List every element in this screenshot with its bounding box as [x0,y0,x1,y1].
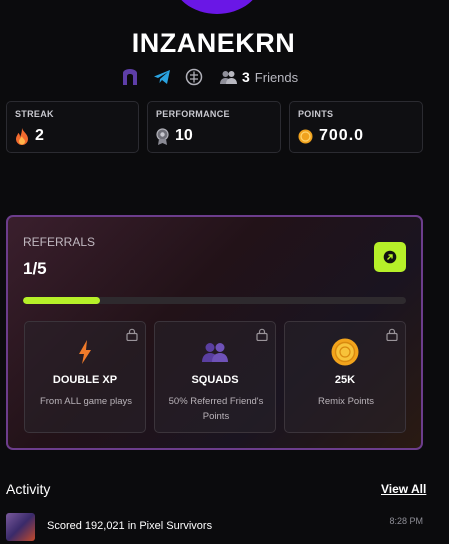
referrals-progress-fill [23,297,100,304]
activity-text: Scored 192,021 in Pixel Survivors [47,520,213,532]
points-value: 700.0 [319,127,365,144]
social-links: 3 Friends [120,66,298,88]
reward-desc: Remix Points [318,396,374,407]
reward-desc: From ALL game plays [39,396,133,407]
game-thumbnail [6,513,35,541]
telegram-icon[interactable] [152,67,172,87]
reward-double-xp: DOUBLE XP From ALL game plays [24,321,146,433]
friends-icon [220,71,237,84]
referrals-title: REFERRALS [23,235,96,249]
list-item[interactable]: Scored 192,021 in Pixel Survivors 8:28 P… [6,513,423,543]
coin-icon [298,129,313,143]
points-label: POINTS [298,109,334,119]
username: INZANEKRN [131,28,296,58]
fire-icon [16,127,28,145]
streak-card: STREAK 2 [6,101,139,153]
friends-label: Friends [254,69,299,85]
share-referral-button[interactable] [374,242,406,272]
reward-title: 25K [334,374,356,386]
medal-icon [156,127,169,145]
performance-value: 10 [175,127,193,144]
performance-label: PERFORMANCE [156,109,230,119]
reward-squads: SQUADS 50% Referred Friend's Points [154,321,276,433]
referrals-progress-bar [23,297,406,304]
reward-title: SQUADS [191,374,239,386]
avatar[interactable] [172,0,262,14]
gate-icon[interactable] [120,67,140,87]
arrow-icon [383,250,397,264]
streak-value: 2 [35,127,44,144]
lightning-icon [79,340,91,364]
friends-link[interactable]: 3 Friends [220,69,298,85]
points-card: POINTS 700.0 [289,101,423,153]
view-all-link[interactable]: View All [381,482,426,496]
coin-icon [331,338,359,366]
streak-label: STREAK [15,109,54,119]
referrals-panel: REFERRALS 1/5 DOUBLE XP From ALL game pl… [6,215,423,450]
friends-count: 3 [242,69,250,85]
reward-title: DOUBLE XP [52,374,118,386]
referrals-progress-text: 1/5 [23,259,47,278]
reward-desc: 50% Referred Friend's Points [168,396,264,422]
reward-points: 25K Remix Points [284,321,406,433]
wallet-icon[interactable] [184,67,204,87]
performance-card: PERFORMANCE 10 [147,101,281,153]
activity-time: 8:28 PM [389,516,423,526]
group-icon [202,343,228,362]
activity-title: Activity [6,481,51,497]
